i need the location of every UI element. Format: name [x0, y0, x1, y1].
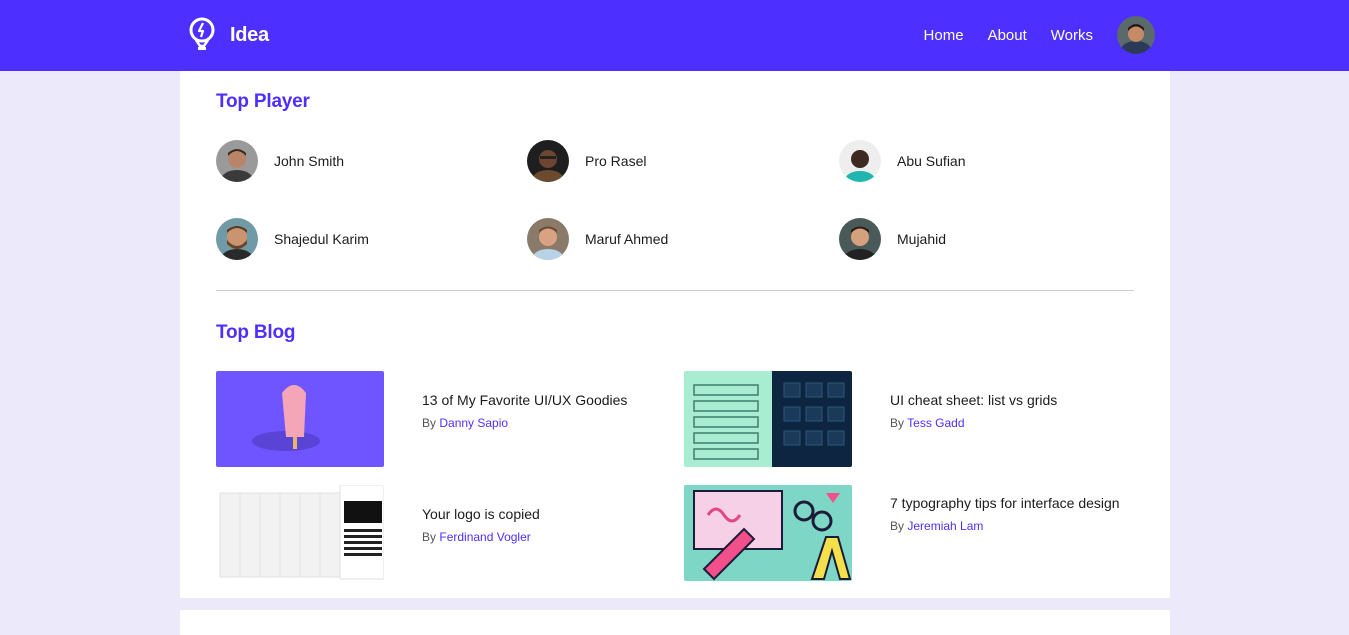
nav-about[interactable]: About — [988, 27, 1027, 44]
player-item[interactable]: Shajedul Karim — [216, 218, 369, 260]
blog-byline: By Ferdinand Vogler — [422, 530, 540, 544]
blog-info: 13 of My Favorite UI/UX Goodies By Danny… — [422, 390, 627, 430]
avatar — [839, 140, 881, 182]
top-blog-heading: Top Blog — [216, 322, 296, 343]
player-name: Abu Sufian — [897, 153, 966, 169]
player-name: Maruf Ahmed — [585, 231, 669, 247]
blog-info: UI cheat sheet: list vs grids By Tess Ga… — [890, 390, 1057, 430]
blog-card[interactable]: Your logo is copied By Ferdinand Vogler — [216, 485, 540, 581]
blog-title[interactable]: 13 of My Favorite UI/UX Goodies — [422, 390, 627, 410]
section-divider — [216, 290, 1134, 291]
author-link[interactable]: Danny Sapio — [439, 416, 508, 430]
lightbulb-icon — [189, 17, 215, 50]
by-label: By — [890, 416, 905, 430]
blog-title[interactable]: UI cheat sheet: list vs grids — [890, 390, 1057, 410]
blog-card[interactable]: 13 of My Favorite UI/UX Goodies By Danny… — [216, 371, 627, 467]
player-name: John Smith — [274, 153, 345, 169]
nav-works[interactable]: Works — [1051, 27, 1093, 44]
blog-byline: By Tess Gadd — [890, 416, 1057, 430]
blog-thumbnail[interactable] — [216, 371, 384, 467]
top-player-heading: Top Player — [216, 91, 310, 112]
blog-byline: By Jeremiah Lam — [890, 519, 1130, 533]
player-item[interactable]: Mujahid — [839, 218, 946, 260]
content-card: Top Player John Smith Pro Rasel Abu Sufi… — [180, 71, 1170, 598]
avatar — [216, 218, 258, 260]
player-item[interactable]: Abu Sufian — [839, 140, 966, 182]
blog-thumbnail[interactable] — [684, 371, 852, 467]
player-item[interactable]: Pro Rasel — [527, 140, 646, 182]
by-label: By — [422, 416, 437, 430]
player-name: Shajedul Karim — [274, 231, 369, 247]
avatar — [527, 140, 569, 182]
author-link[interactable]: Jeremiah Lam — [907, 519, 983, 533]
player-name: Mujahid — [897, 231, 947, 247]
brand-logo[interactable]: Idea — [188, 16, 269, 54]
player-name: Pro Rasel — [585, 153, 647, 169]
author-link[interactable]: Ferdinand Vogler — [439, 530, 530, 544]
nav-home[interactable]: Home — [924, 27, 964, 44]
avatar — [839, 218, 881, 260]
blog-info: 7 typography tips for interface design B… — [890, 493, 1130, 533]
next-section-card — [180, 610, 1170, 635]
blog-byline: By Danny Sapio — [422, 416, 627, 430]
brand-name: Idea — [230, 23, 269, 46]
author-link[interactable]: Tess Gadd — [907, 416, 964, 430]
avatar — [527, 218, 569, 260]
blog-title[interactable]: Your logo is copied — [422, 504, 540, 524]
user-avatar[interactable] — [1117, 16, 1155, 54]
player-item[interactable]: Maruf Ahmed — [527, 218, 668, 260]
main-nav: Home About Works — [924, 15, 1155, 55]
blog-card[interactable]: 7 typography tips for interface design B… — [684, 485, 1130, 581]
blog-thumbnail[interactable] — [216, 485, 384, 581]
avatar — [216, 140, 258, 182]
blog-thumbnail[interactable] — [684, 485, 852, 581]
blog-title[interactable]: 7 typography tips for interface design — [890, 493, 1130, 513]
blog-info: Your logo is copied By Ferdinand Vogler — [422, 504, 540, 544]
by-label: By — [890, 519, 905, 533]
top-navbar: Idea Home About Works — [0, 0, 1349, 71]
player-item[interactable]: John Smith — [216, 140, 344, 182]
blog-card[interactable]: UI cheat sheet: list vs grids By Tess Ga… — [684, 371, 1057, 467]
by-label: By — [422, 530, 437, 544]
